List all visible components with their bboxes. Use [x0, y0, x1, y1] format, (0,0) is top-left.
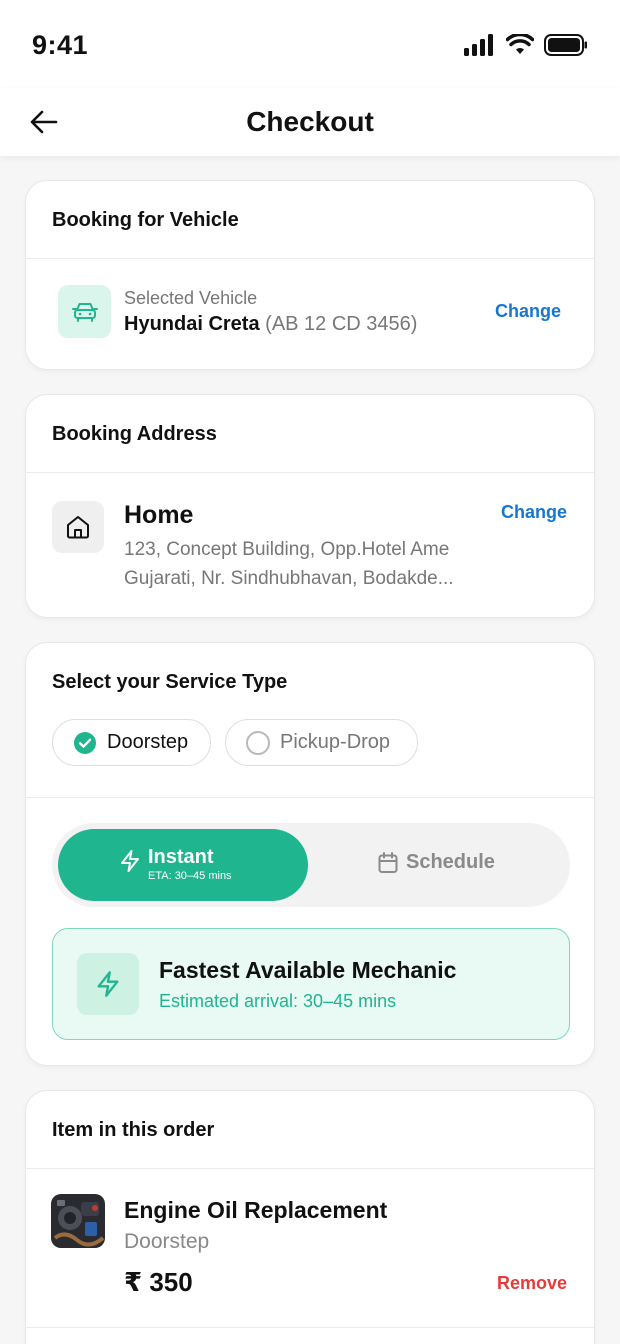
schedule-mode-button[interactable]: Schedule	[378, 851, 495, 874]
address-icon-tile	[52, 501, 104, 553]
service-section-title: Select your Service Type	[52, 671, 288, 693]
remove-item-button[interactable]: Remove	[497, 1273, 567, 1294]
calendar-icon	[378, 851, 398, 873]
vehicle-card: Booking for Vehicle Selected Vehicle Hyu…	[25, 180, 595, 370]
lightning-icon	[121, 850, 139, 872]
engine-oil-image	[51, 1194, 105, 1248]
status-time: 9:41	[32, 30, 89, 60]
page-title: Checkout	[246, 106, 374, 137]
wifi-icon	[506, 34, 534, 54]
fastest-title: Fastest Available Mechanic	[159, 957, 457, 983]
app-header: Checkout	[0, 88, 620, 156]
item-price: ₹ 350	[124, 1267, 193, 1297]
fastest-subtitle: Estimated arrival: 30–45 mins	[159, 991, 397, 1011]
vehicle-name: Hyundai Creta	[124, 313, 260, 335]
check-circle-icon	[74, 731, 96, 754]
vehicle-section-title: Booking for Vehicle	[26, 181, 594, 259]
instant-mode-button[interactable]: Instant ETA: 30–45 mins	[58, 829, 308, 901]
instant-eta: ETA: 30–45 mins	[148, 870, 232, 882]
address-name: Home	[124, 501, 194, 529]
lightning-icon	[97, 971, 119, 997]
service-option-pickup-drop[interactable]: Pickup-Drop	[225, 719, 418, 766]
service-option-doorstep[interactable]: Doorstep	[52, 719, 211, 766]
address-line-1: 123, Concept Building, Opp.Hotel Ame	[124, 539, 450, 560]
schedule-label: Schedule	[406, 851, 495, 873]
status-icons	[464, 34, 588, 56]
radio-icon	[246, 730, 270, 755]
item-divider	[26, 1327, 594, 1328]
doorstep-label: Doorstep	[107, 731, 189, 753]
status-bar: 9:41	[0, 0, 620, 88]
battery-icon	[544, 34, 587, 56]
fastest-mechanic-banner: Fastest Available Mechanic Estimated arr…	[52, 928, 570, 1040]
fastest-icon-tile	[77, 953, 139, 1015]
back-arrow-icon[interactable]	[28, 106, 60, 138]
order-section-title: Item in this order	[26, 1091, 594, 1169]
address-section-title: Booking Address	[26, 395, 594, 473]
change-vehicle-button[interactable]: Change	[495, 301, 561, 322]
signal-icon	[464, 34, 493, 56]
address-card: Booking Address Home 123, Concept Buildi…	[25, 394, 595, 618]
vehicle-icon-tile	[58, 285, 111, 338]
item-service-type: Doorstep	[124, 1230, 210, 1253]
vehicle-plate: (AB 12 CD 3456)	[265, 313, 418, 335]
item-name: Engine Oil Replacement	[124, 1197, 388, 1223]
home-icon	[67, 516, 89, 539]
service-type-card: Select your Service Type Doorstep Pickup…	[25, 642, 595, 1066]
section-divider	[26, 797, 594, 798]
selected-vehicle-label: Selected Vehicle	[124, 288, 258, 308]
car-icon	[71, 302, 98, 322]
address-line-2: Gujarati, Nr. Sindhubhavan, Bodakde...	[124, 568, 454, 589]
order-card: Item in this order Engine Oil Replacemen…	[25, 1090, 595, 1344]
change-address-button[interactable]: Change	[501, 502, 567, 523]
service-mode-toggle: Instant ETA: 30–45 mins Schedule	[52, 823, 570, 907]
instant-label: Instant	[148, 846, 214, 868]
vehicle-name-line: Hyundai Creta (AB 12 CD 3456)	[124, 313, 417, 336]
pickup-drop-label: Pickup-Drop	[280, 731, 391, 753]
